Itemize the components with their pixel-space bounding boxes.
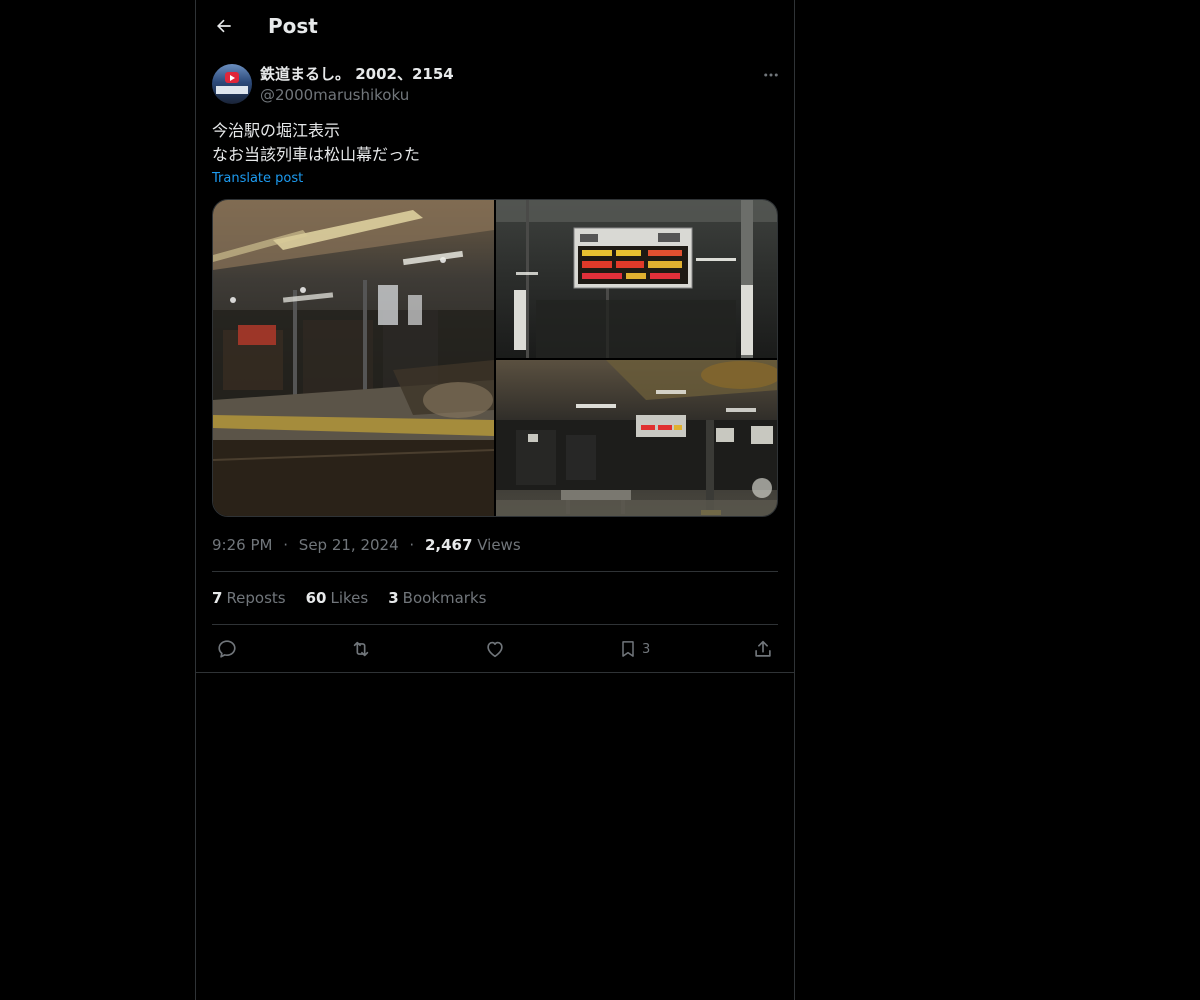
photo-platform-bench[interactable]	[496, 360, 777, 516]
divider	[212, 571, 778, 572]
like-button[interactable]	[484, 636, 506, 662]
bookmark-count: 3	[642, 641, 651, 657]
share-button[interactable]	[752, 636, 774, 662]
action-bar: 3	[212, 636, 778, 662]
reply-button[interactable]	[216, 636, 238, 662]
post-text-line: なお当該列車は松山幕だった	[212, 145, 421, 164]
engagement-stats: 7 Reposts 60 Likes 3 Bookmarks	[212, 588, 506, 608]
reply-icon	[218, 640, 236, 658]
bookmarks-label: Bookmarks	[402, 589, 487, 607]
post-author: 鉄道まるし。 2002、2154 @2000marushikoku	[212, 64, 778, 108]
reposts-count: 7	[212, 589, 223, 607]
views-label: Views	[477, 536, 521, 554]
post-text-line: 今治駅の堀江表示	[212, 121, 341, 140]
page-header: Post	[196, 0, 794, 53]
page-title: Post	[268, 14, 318, 38]
arrow-left-icon	[217, 19, 231, 33]
post-time[interactable]: 9:26 PM	[212, 536, 272, 554]
bookmarks-count: 3	[388, 589, 399, 607]
post-meta: 9:26 PM · Sep 21, 2024 · 2,467 Views	[212, 535, 521, 555]
divider	[212, 624, 778, 625]
photo-departure-board[interactable]	[496, 200, 777, 358]
likes-label: Likes	[330, 589, 369, 607]
post-text: 今治駅の堀江表示 なお当該列車は松山幕だった	[212, 119, 778, 167]
repost-button[interactable]	[350, 636, 372, 662]
translate-post-link[interactable]: Translate post	[212, 170, 303, 188]
post-date[interactable]: Sep 21, 2024	[299, 536, 399, 554]
bookmark-icon	[622, 641, 634, 657]
heart-icon	[487, 641, 503, 658]
reposts-label: Reposts	[226, 589, 286, 607]
meta-separator: ·	[283, 536, 289, 554]
share-icon	[755, 640, 771, 657]
meta-separator: ·	[409, 536, 415, 554]
bookmark-button[interactable]: 3	[618, 636, 650, 662]
bookmarks-stat[interactable]: 3 Bookmarks	[388, 588, 486, 608]
author-display-name[interactable]: 鉄道まるし。 2002、2154	[260, 64, 454, 84]
avatar[interactable]	[212, 64, 252, 104]
more-options-button[interactable]	[760, 64, 782, 86]
post-column: Post 鉄道まるし。 2002、2154 @2000marushikoku 今…	[195, 0, 795, 1000]
repost-icon	[353, 641, 369, 657]
likes-stat[interactable]: 60 Likes	[306, 588, 369, 608]
more-horizontal-icon	[764, 73, 778, 77]
likes-count: 60	[305, 589, 327, 607]
back-button[interactable]	[208, 10, 240, 42]
views-count: 2,467	[424, 536, 473, 554]
reposts-stat[interactable]: 7 Reposts	[212, 588, 286, 608]
divider	[196, 672, 794, 673]
media-grid	[212, 199, 778, 517]
photo-platform[interactable]	[213, 200, 494, 516]
author-handle[interactable]: @2000marushikoku	[260, 85, 409, 105]
